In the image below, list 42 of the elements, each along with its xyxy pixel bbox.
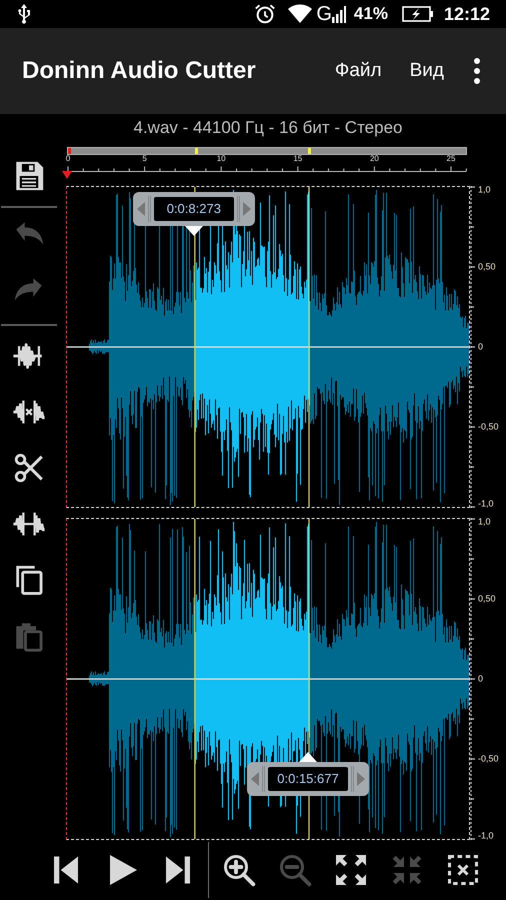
expand-icon xyxy=(333,852,369,888)
overflow-menu-icon[interactable] xyxy=(472,58,482,84)
battery-percent: 41% xyxy=(354,3,388,26)
file-info: 4.wav - 44100 Гц - 16 бит - Стерео xyxy=(132,117,402,140)
menu-item[interactable]: Вид xyxy=(410,56,444,86)
battery-icon xyxy=(402,6,434,22)
pointer-icon xyxy=(184,226,203,236)
axis-label: -1,0 xyxy=(478,832,494,840)
axis-label: 1,0 xyxy=(478,518,491,526)
selection-line[interactable] xyxy=(194,187,196,507)
axis-label: -0,50 xyxy=(478,754,499,764)
tick-label: 10 xyxy=(216,155,226,163)
menu-item[interactable]: Файл xyxy=(334,56,382,86)
signal-icon xyxy=(332,5,346,23)
tick-label: 0 xyxy=(66,155,70,163)
zoom-out-icon xyxy=(277,852,313,888)
axis-label: -1,0 xyxy=(478,500,494,508)
scissors-icon xyxy=(12,451,46,485)
axis-label: 0 xyxy=(478,342,484,352)
axis-label: -0,50 xyxy=(478,422,499,432)
alarm-icon xyxy=(254,3,276,25)
tick-label: 25 xyxy=(446,155,456,163)
clock-time: 12:12 xyxy=(444,2,490,26)
marker-time: 0:0:15:677 xyxy=(268,767,348,791)
marker-time: 0:0:8:273 xyxy=(154,197,234,221)
network-type: G xyxy=(316,4,332,24)
app-title: Doninn Audio Cutter xyxy=(22,56,257,86)
pointer-icon xyxy=(299,752,317,762)
axis-label: 0,50 xyxy=(478,594,496,604)
deselect-icon xyxy=(445,852,481,888)
axis-label: 1,0 xyxy=(478,186,491,194)
axis-label: 0 xyxy=(478,674,484,684)
tick-label: 15 xyxy=(293,155,302,163)
wifi-icon xyxy=(288,4,312,24)
axis-label: 0,50 xyxy=(478,262,496,272)
selection-line[interactable] xyxy=(308,519,310,839)
usb-icon xyxy=(16,4,32,24)
tick-label: 5 xyxy=(142,155,147,163)
zoom-in-icon xyxy=(221,852,257,888)
selection-line[interactable] xyxy=(308,187,310,507)
tick-label: 20 xyxy=(370,155,379,163)
playhead-icon[interactable] xyxy=(62,171,72,179)
